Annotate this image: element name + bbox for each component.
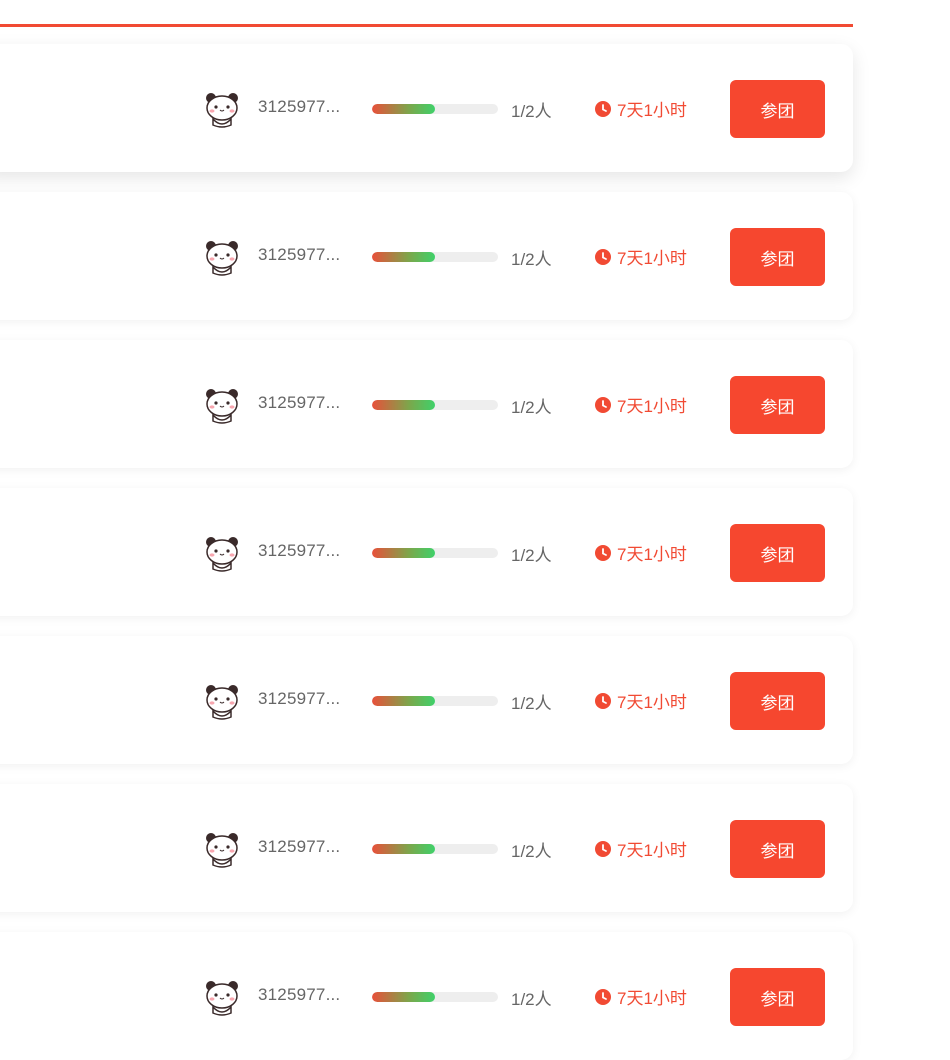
member-count: 1/2人 [511,546,552,565]
group-progress-fill [372,400,435,410]
countdown-text: 7天1小时 [617,249,687,268]
panda-avatar-icon [206,833,238,868]
clock-icon [595,544,611,561]
clock-icon [595,248,611,265]
member-count: 1/2人 [511,990,552,1009]
countdown: 7天1小时 [595,688,687,713]
group-progress-bar [372,844,498,854]
countdown-text: 7天1小时 [617,397,687,416]
countdown-text: 7天1小时 [617,545,687,564]
join-group-button[interactable]: 参团 [730,820,825,878]
countdown: 7天1小时 [595,244,687,269]
countdown-text: 7天1小时 [617,101,687,120]
group-progress-fill [372,104,435,114]
panda-avatar-icon [206,389,238,424]
panda-avatar-icon [206,537,238,572]
member-count: 1/2人 [511,250,552,269]
panda-avatar-icon [206,241,238,276]
countdown: 7天1小时 [595,392,687,417]
panda-avatar-icon [206,685,238,720]
leader-username: 3125977... [258,97,341,116]
group-progress-fill [372,252,435,262]
clock-icon [595,396,611,413]
group-buy-list: 3125977... 1/2人 7天1小时 参团 3125977... 1/2人 [0,0,950,1060]
countdown: 7天1小时 [595,836,687,861]
clock-icon [595,988,611,1005]
clock-icon [595,840,611,857]
panda-avatar-icon [206,93,238,128]
member-count: 1/2人 [511,398,552,417]
countdown: 7天1小时 [595,984,687,1009]
join-group-button[interactable]: 参团 [730,376,825,434]
join-group-button[interactable]: 参团 [730,672,825,730]
panda-avatar-icon [206,981,238,1016]
group-progress-fill [372,548,435,558]
leader-username: 3125977... [258,245,341,264]
countdown-text: 7天1小时 [617,693,687,712]
leader-username: 3125977... [258,837,341,856]
member-count: 1/2人 [511,842,552,861]
group-card: 3125977... 1/2人 7天1小时 参团 [0,784,853,912]
group-progress-bar [372,548,498,558]
join-group-button[interactable]: 参团 [730,80,825,138]
leader-username: 3125977... [258,985,341,1004]
group-progress-bar [372,104,498,114]
countdown-text: 7天1小时 [617,841,687,860]
leader-username: 3125977... [258,541,341,560]
join-group-button[interactable]: 参团 [730,524,825,582]
clock-icon [595,692,611,709]
clock-icon [595,100,611,117]
countdown-text: 7天1小时 [617,989,687,1008]
group-progress-bar [372,400,498,410]
group-card: 3125977... 1/2人 7天1小时 参团 [0,488,853,616]
group-progress-bar [372,696,498,706]
group-card: 3125977... 1/2人 7天1小时 参团 [0,932,853,1060]
member-count: 1/2人 [511,102,552,121]
countdown: 7天1小时 [595,96,687,121]
group-card: 3125977... 1/2人 7天1小时 参团 [0,340,853,468]
group-progress-fill [372,844,435,854]
group-card: 3125977... 1/2人 7天1小时 参团 [0,192,853,320]
leader-username: 3125977... [258,393,341,412]
join-group-button[interactable]: 参团 [730,228,825,286]
group-progress-fill [372,696,435,706]
leader-username: 3125977... [258,689,341,708]
group-progress-fill [372,992,435,1002]
group-progress-bar [372,252,498,262]
group-card: 3125977... 1/2人 7天1小时 参团 [0,44,853,172]
member-count: 1/2人 [511,694,552,713]
group-progress-bar [372,992,498,1002]
join-group-button[interactable]: 参团 [730,968,825,1026]
countdown: 7天1小时 [595,540,687,565]
group-card: 3125977... 1/2人 7天1小时 参团 [0,636,853,764]
